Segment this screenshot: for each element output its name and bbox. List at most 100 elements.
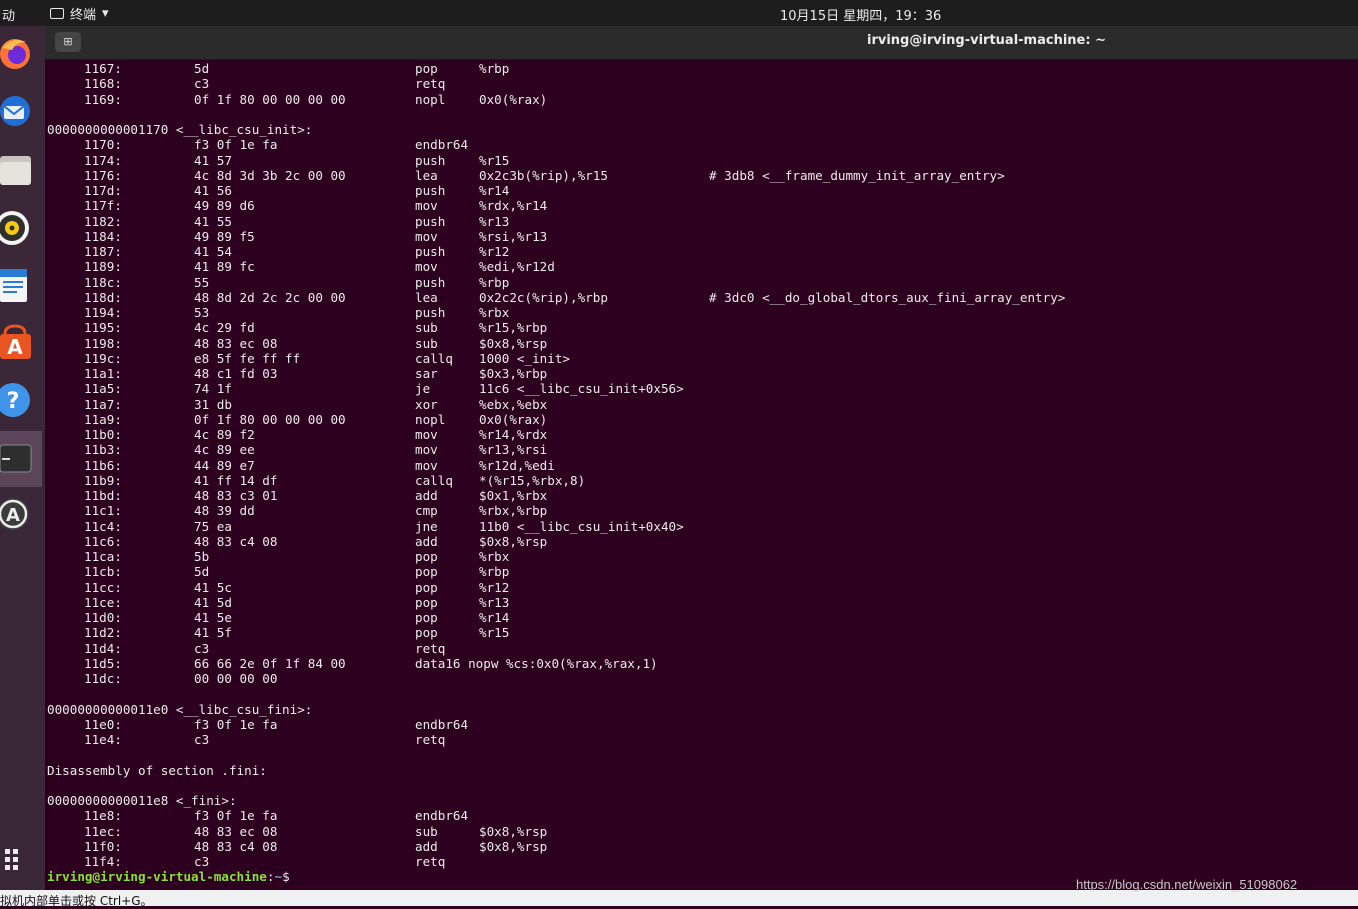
instruction-address: 1189: <box>84 259 122 275</box>
instruction-operands: %r13,%rsi <box>479 442 548 458</box>
instruction-operands: %rbp <box>479 61 510 76</box>
svg-text:A: A <box>6 505 20 526</box>
terminal-line: 11a9: 0f 1f 80 00 00 00 00 nopl 0x0(%rax) <box>47 412 1357 427</box>
instruction-operands: $0x8,%rsp <box>479 838 548 854</box>
instruction-address: 11f4: <box>84 854 122 869</box>
terminal-line: 117f: 49 89 d6 mov %rdx,%r14 <box>47 198 1357 213</box>
instruction-mnemonic: sub <box>415 335 438 351</box>
disassembly-lines: 1167: 5d pop %rbp 1168: c3 retq 1169: 0f 1f 80 0… <box>47 61 1357 869</box>
instruction-mnemonic: mov <box>415 259 438 275</box>
instruction-mnemonic: retq <box>415 854 446 869</box>
terminal-line: 00000000000011e0 <__libc_csu_fini>: <box>47 702 1357 717</box>
activities-button[interactable]: 动 <box>2 5 15 24</box>
thunderbird-icon[interactable] <box>0 93 34 129</box>
instruction-mnemonic: push <box>415 152 446 168</box>
instruction-address: 118d: <box>84 289 122 305</box>
instruction-operands: %r13 <box>479 213 510 229</box>
instruction-bytes: 48 83 ec 08 <box>194 823 278 839</box>
help-icon[interactable]: ? <box>0 382 34 418</box>
terminal-line: 0000000000001170 <__libc_csu_init>: <box>47 122 1357 137</box>
instruction-bytes: 41 ff 14 df <box>194 472 278 488</box>
instruction-operands: %r14 <box>479 610 510 625</box>
instruction-operands: %ebx,%ebx <box>479 396 548 412</box>
instruction-bytes: 48 83 c4 08 <box>194 838 278 854</box>
instruction-address: 11c1: <box>84 503 122 519</box>
instruction-bytes: 5d <box>194 61 210 76</box>
libreoffice-writer-icon[interactable] <box>0 267 34 303</box>
instruction-mnemonic: pop <box>415 610 438 625</box>
instruction-mnemonic: lea <box>415 289 438 305</box>
terminal-line: 1170: f3 0f 1e fa endbr64 <box>47 137 1357 152</box>
instruction-mnemonic: data16 nopw %cs:0x0(%rax,%rax,1) <box>415 655 658 671</box>
instruction-bytes: 41 55 <box>194 213 232 229</box>
instruction-address: 117d: <box>84 183 122 198</box>
instruction-bytes: 48 83 c4 08 <box>194 533 278 549</box>
instruction-operands: %rbx,%rbp <box>479 503 548 519</box>
instruction-mnemonic: endbr64 <box>415 808 469 824</box>
instruction-operands: %r12 <box>479 579 510 595</box>
software-center-icon[interactable]: A <box>0 324 34 360</box>
instruction-bytes: 48 83 ec 08 <box>194 335 278 351</box>
software-updater-icon[interactable]: A <box>0 496 34 532</box>
line-text: Disassembly of section .fini: <box>47 762 267 778</box>
instruction-mnemonic: add <box>415 838 438 854</box>
clock[interactable]: 10月15日 星期四，19：36 <box>780 5 941 24</box>
instruction-bytes: e8 5f fe ff ff <box>194 350 301 366</box>
instruction-operands: 0x2c3b(%rip),%r15 <box>479 167 608 183</box>
terminal-line: 11cc: 41 5c pop %r12 <box>47 580 1357 595</box>
terminal-line: 11bd: 48 83 c3 01 add $0x1,%rbx <box>47 488 1357 503</box>
instruction-mnemonic: nopl <box>415 91 446 107</box>
vm-hint-text: 拟机内部单击或按 Ctrl+G。 <box>0 894 153 908</box>
instruction-operands: 11b0 <__libc_csu_init+0x40> <box>479 518 684 534</box>
terminal-line: 11d2: 41 5f pop %r15 <box>47 625 1357 640</box>
terminal-line: 11e0: f3 0f 1e fa endbr64 <box>47 717 1357 732</box>
instruction-bytes: f3 0f 1e fa <box>194 808 278 824</box>
instruction-operands: 1000 <_init> <box>479 350 570 366</box>
instruction-mnemonic: push <box>415 183 446 198</box>
instruction-bytes: 31 db <box>194 396 232 412</box>
instruction-bytes: 4c 89 ee <box>194 442 255 458</box>
instruction-address: 11e4: <box>84 732 122 747</box>
terminal-line: 11ca: 5b pop %rbx <box>47 549 1357 564</box>
terminal-line: 11e4: c3 retq <box>47 732 1357 747</box>
instruction-mnemonic: callq <box>415 472 453 488</box>
files-icon[interactable] <box>0 152 34 188</box>
instruction-bytes: 49 89 d6 <box>194 198 255 214</box>
terminal-line: 1184: 49 89 f5 mov %rsi,%r13 <box>47 229 1357 244</box>
instruction-bytes: 55 <box>194 274 210 290</box>
firefox-icon[interactable] <box>0 36 34 72</box>
terminal-icon[interactable] <box>0 431 42 487</box>
instruction-mnemonic: pop <box>415 549 438 564</box>
terminal-line: 11b6: 44 89 e7 mov %r12d,%edi <box>47 458 1357 473</box>
instruction-mnemonic: mov <box>415 457 438 473</box>
line-text: 00000000000011e0 <__libc_csu_fini>: <box>47 701 313 717</box>
instruction-bytes: 4c 29 fd <box>194 320 255 336</box>
instruction-bytes: f3 0f 1e fa <box>194 716 278 732</box>
instruction-address: 1170: <box>84 137 122 153</box>
terminal-small-icon <box>50 8 64 19</box>
rhythmbox-icon[interactable] <box>0 209 34 245</box>
instruction-address: 1169: <box>84 91 122 107</box>
instruction-address: 1167: <box>84 61 122 76</box>
instruction-address: 11c4: <box>84 518 122 534</box>
instruction-address: 1182: <box>84 213 122 229</box>
prompt-symbol: $ <box>282 869 290 885</box>
instruction-address: 11e8: <box>84 808 122 824</box>
prompt-user: irving@irving-virtual-machine <box>47 869 267 885</box>
instruction-operands: %r15,%rbp <box>479 320 548 336</box>
instruction-bytes: c3 <box>194 640 210 656</box>
terminal-line: 11cb: 5d pop %rbp <box>47 564 1357 579</box>
instruction-bytes: 53 <box>194 305 210 320</box>
app-grid-icon[interactable] <box>0 844 34 880</box>
instruction-bytes: 44 89 e7 <box>194 457 255 473</box>
instruction-address: 1195: <box>84 320 122 336</box>
instruction-address: 1174: <box>84 152 122 168</box>
instruction-operands: 11c6 <__libc_csu_init+0x56> <box>479 381 684 397</box>
terminal-output[interactable]: 1167: 5d pop %rbp 1168: c3 retq 1169: 0f 1f 80 0… <box>47 61 1357 890</box>
terminal-line: 11f0: 48 83 c4 08 add $0x8,%rsp <box>47 839 1357 854</box>
instruction-bytes: 0f 1f 80 00 00 00 00 <box>194 411 346 427</box>
app-menu[interactable]: 终端 ▾ <box>50 4 109 23</box>
instruction-address: 11d5: <box>84 655 122 671</box>
instruction-operands: %r14,%rdx <box>479 427 548 442</box>
instruction-comment: # 3db8 <__frame_dummy_init_array_entry> <box>709 167 1005 183</box>
